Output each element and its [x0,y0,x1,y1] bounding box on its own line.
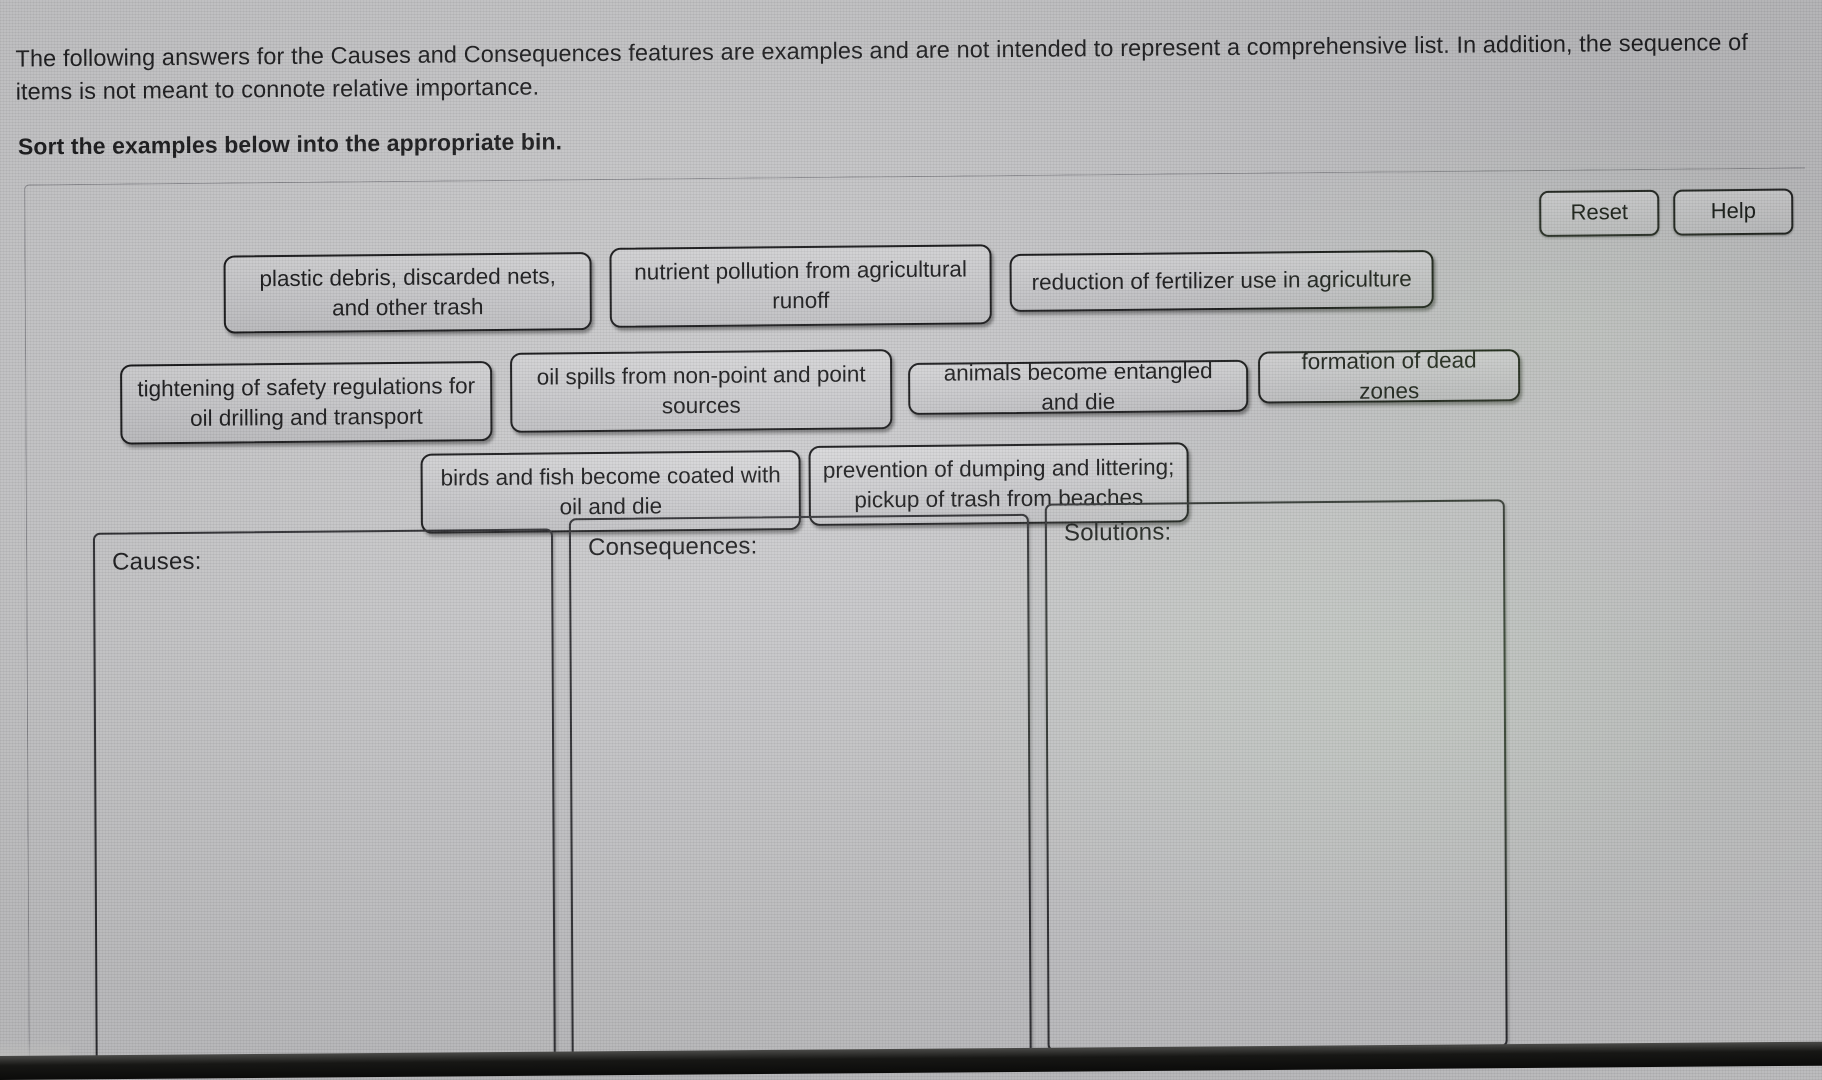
activity-page: The following answers for the Causes and… [0,0,1822,1080]
drop-bin-consequences[interactable]: Consequences: [568,513,1032,1067]
drag-tile-animals-entangled[interactable]: animals become entangled and die [908,358,1249,416]
drag-tile-dead-zones[interactable]: formation of dead zones [1258,348,1521,404]
drag-tile-label: tightening of safety regulations for oil… [137,373,476,431]
monitor-screen: The following answers for the Causes and… [0,0,1822,1080]
help-button[interactable]: Help [1673,188,1794,236]
activity-panel: Reset Help plastic debris, discarded net… [24,167,1810,1080]
drag-tile-label: plastic debris, discarded nets, and othe… [259,263,556,321]
drag-tile-label: birds and fish become coated with oil an… [440,462,781,520]
drag-tile-oil-spills[interactable]: oil spills from non-point and point sour… [510,349,893,433]
drag-tile-label: reduction of fertilizer use in agricultu… [1031,266,1412,295]
drop-bin-causes[interactable]: Causes: [92,528,556,1073]
drop-bin-label: Solutions: [1063,518,1172,547]
drag-tile-fertilizer-reduction[interactable]: reduction of fertilizer use in agricultu… [1009,249,1434,313]
toolbar: Reset Help [1539,188,1794,237]
drag-tile-plastic-debris[interactable]: plastic debris, discarded nets, and othe… [223,252,592,334]
drag-tile-label: oil spills from non-point and point sour… [536,361,866,419]
drop-bin-solutions[interactable]: Solutions: [1044,499,1508,1052]
drop-bin-label: Causes: [112,547,202,576]
drag-tile-label: formation of dead zones [1301,347,1477,404]
drag-tile-label: nutrient pollution from agricultural run… [634,256,967,314]
drop-bin-label: Consequences: [587,532,758,562]
sort-instruction: Sort the examples below into the appropr… [17,128,563,160]
drag-tile-nutrient-pollution[interactable]: nutrient pollution from agricultural run… [609,244,992,328]
intro-paragraph: The following answers for the Causes and… [15,28,1749,105]
drag-tile-safety-regulations[interactable]: tightening of safety regulations for oil… [120,361,493,445]
reset-button[interactable]: Reset [1539,189,1660,237]
drag-tile-label: animals become entangled and die [943,358,1213,415]
